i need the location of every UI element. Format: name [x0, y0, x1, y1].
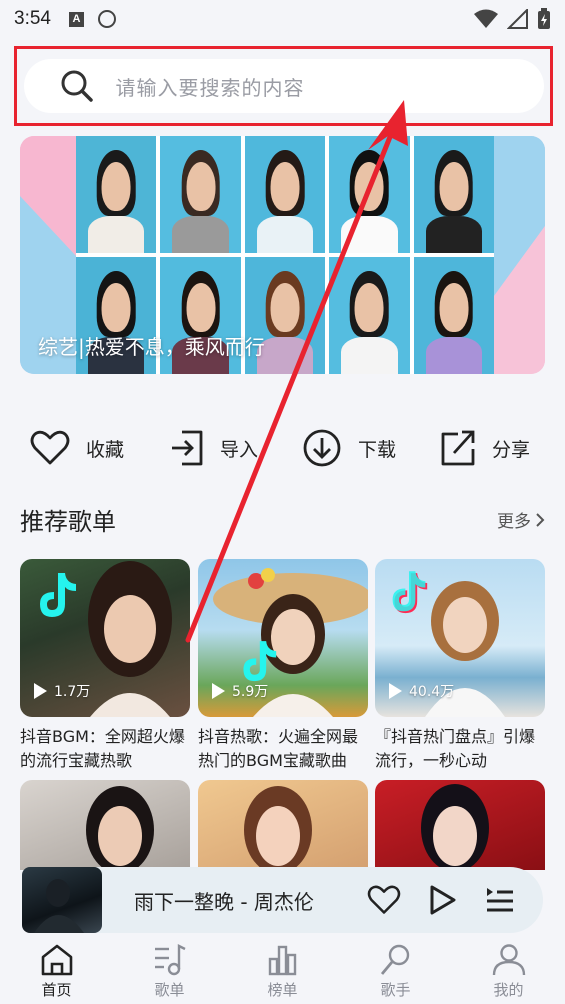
portrait	[413, 257, 494, 374]
playlist-title: 抖音BGM：全网超火爆的流行宝藏热歌	[20, 727, 185, 770]
play-icon	[34, 683, 47, 699]
download-icon	[303, 429, 341, 467]
play-icon[interactable]	[429, 884, 457, 916]
playlist-cover[interactable]	[20, 780, 190, 870]
tab-label: 歌手	[380, 980, 411, 999]
playlist-cover[interactable]	[198, 780, 368, 870]
download-button[interactable]: 下载	[302, 428, 396, 468]
tiktok-logo-icon	[392, 571, 428, 614]
search-highlight-frame: 请输入要搜索的内容	[14, 46, 553, 126]
portrait	[413, 136, 494, 253]
playlist-cover[interactable]	[375, 780, 545, 870]
play-icon	[389, 683, 402, 699]
portrait	[160, 136, 241, 253]
portrait	[244, 136, 326, 253]
heart-icon	[30, 430, 70, 465]
section-title: 推荐歌单	[20, 508, 116, 536]
portrait	[329, 136, 410, 253]
chart-icon	[268, 945, 296, 975]
playlist-icon	[154, 943, 186, 975]
signal-icon	[507, 9, 528, 29]
play-count: 5.9万	[210, 681, 268, 701]
share-label: 分享	[492, 438, 531, 461]
playlist-grid-row-2	[20, 780, 545, 870]
search-input[interactable]: 请输入要搜索的内容	[23, 59, 544, 113]
status-bar: 3:54 A	[0, 0, 565, 38]
import-button[interactable]: 导入	[170, 429, 258, 467]
more-label: 更多	[497, 512, 531, 532]
tab-label: 歌单	[154, 980, 185, 999]
battery-icon	[538, 8, 550, 29]
tab-home[interactable]: 首页	[0, 938, 113, 1004]
share-button[interactable]: 分享	[440, 429, 530, 467]
play-count-value: 5.9万	[232, 684, 269, 700]
playlist-card[interactable]: 40.4万 『抖音热门盘点』引爆流行，一秒心动	[375, 559, 545, 773]
status-time: 3:54	[14, 8, 51, 29]
like-heart-icon[interactable]	[367, 885, 401, 915]
banner-caption: 综艺|热爱不息，乘风而行	[38, 335, 265, 359]
player-cover	[22, 867, 102, 933]
chevron-right-icon	[536, 512, 545, 527]
favorite-button[interactable]: 收藏	[30, 430, 124, 466]
bottom-tab-bar: 首页 歌单 榜单 歌手 我的	[0, 938, 565, 1004]
quick-actions: 收藏 导入 下载 分享	[0, 420, 565, 476]
tab-playlist[interactable]: 歌单	[113, 938, 226, 1004]
tiktok-logo-icon	[243, 641, 277, 682]
playlist-cover: 40.4万	[375, 559, 545, 717]
tiktok-logo-icon	[40, 573, 76, 617]
search-icon	[61, 70, 93, 102]
singer-icon	[380, 944, 409, 975]
playlist-card[interactable]: 5.9万 抖音热歌：火遍全网最热门的BGM宝藏歌曲	[198, 559, 368, 773]
play-count-value: 40.4万	[409, 684, 455, 700]
play-count: 40.4万	[387, 681, 454, 701]
tab-singers[interactable]: 歌手	[339, 938, 452, 1004]
tab-label: 我的	[493, 980, 524, 999]
circle-status-icon	[97, 10, 116, 28]
favorite-label: 收藏	[86, 438, 125, 461]
import-icon	[172, 430, 203, 466]
playlist-title: 『抖音热门盘点』引爆流行，一秒心动	[375, 727, 536, 770]
tab-profile[interactable]: 我的	[452, 938, 565, 1004]
portrait	[329, 257, 410, 374]
play-icon	[212, 683, 225, 699]
playlist-title: 抖音热歌：火遍全网最热门的BGM宝藏歌曲	[198, 727, 359, 770]
notification-a-icon: A	[68, 11, 84, 27]
download-label: 下载	[358, 438, 397, 461]
portrait	[76, 136, 157, 253]
playlist-card[interactable]: 1.7万 抖音BGM：全网超火爆的流行宝藏热歌	[20, 559, 190, 773]
tab-label: 榜单	[267, 980, 298, 999]
share-icon	[441, 430, 475, 466]
wifi-icon	[474, 9, 498, 28]
mini-player[interactable]: 雨下一整晚 - 周杰伦	[22, 867, 543, 933]
tab-charts[interactable]: 榜单	[226, 938, 339, 1004]
playlist-queue-icon[interactable]	[485, 886, 515, 914]
banner-carousel[interactable]: 综艺|热爱不息，乘风而行	[20, 136, 545, 374]
home-icon	[41, 944, 72, 975]
playlist-cover: 5.9万	[198, 559, 368, 717]
play-count-value: 1.7万	[54, 684, 91, 700]
tab-label: 首页	[41, 980, 72, 999]
playlist-cover: 1.7万	[20, 559, 190, 717]
play-count: 1.7万	[32, 681, 90, 701]
section-header: 推荐歌单 更多	[20, 502, 545, 537]
search-placeholder: 请输入要搜索的内容	[115, 75, 305, 100]
more-link[interactable]: 更多	[497, 507, 545, 532]
profile-icon	[492, 943, 525, 975]
import-label: 导入	[220, 438, 259, 461]
now-playing-title: 雨下一整晚 - 周杰伦	[134, 889, 314, 914]
